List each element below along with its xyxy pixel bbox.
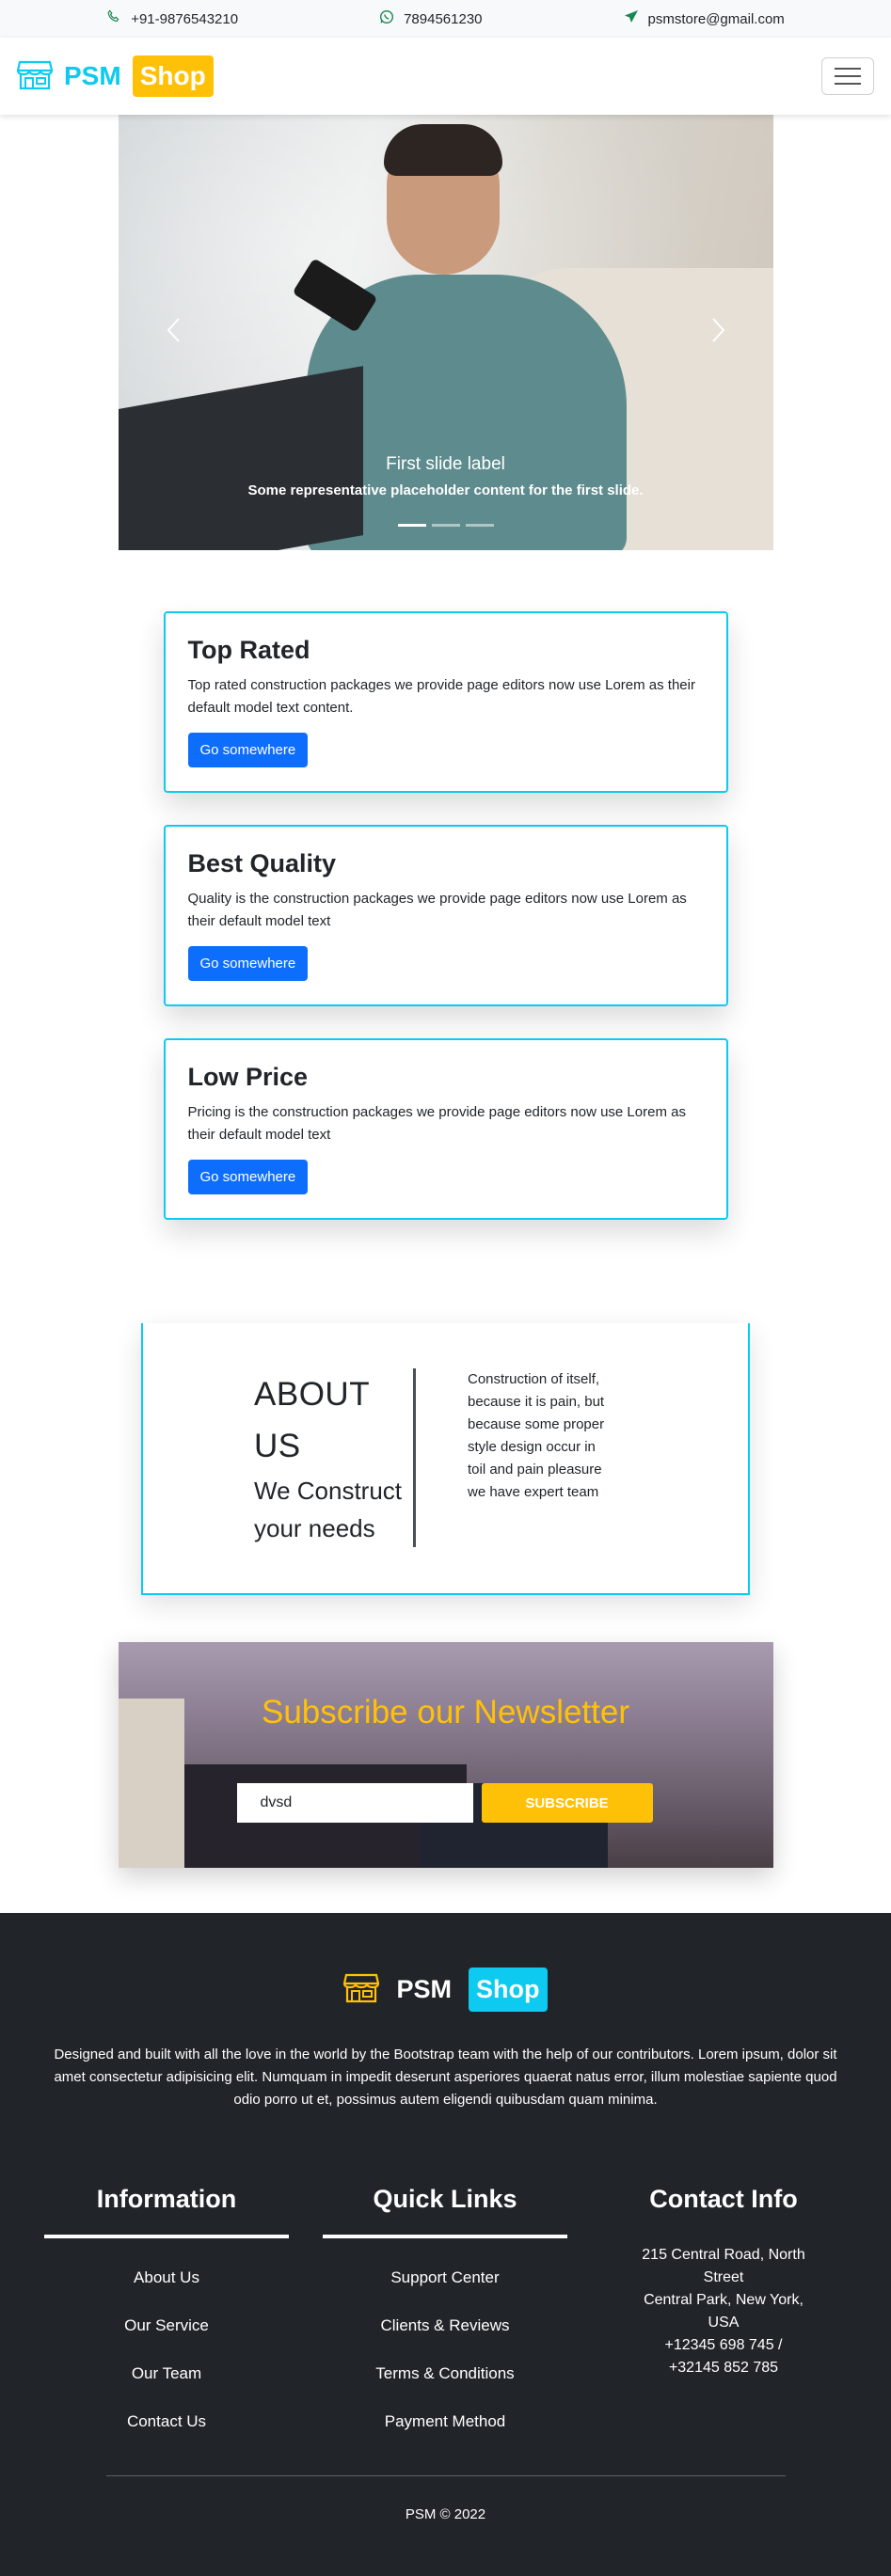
phone-icon — [106, 9, 121, 28]
newsletter-email-input[interactable] — [236, 1783, 473, 1823]
footer-description: Designed and built with all the love in … — [54, 2047, 837, 2108]
send-icon — [624, 9, 639, 28]
carousel-indicator[interactable] — [397, 524, 426, 527]
chevron-right-icon — [711, 317, 726, 348]
carousel-indicator[interactable] — [431, 524, 460, 527]
whatsapp-number: 7894561230 — [404, 10, 483, 27]
contact-phones: +12345 698 745 / +32145 852 785 — [664, 2337, 783, 2376]
shop-icon — [343, 1971, 380, 2008]
go-somewhere-button[interactable]: Go somewhere — [187, 733, 309, 767]
carousel-indicators — [119, 524, 773, 527]
brand-logo[interactable]: PSM Shop — [16, 55, 214, 97]
hamburger-icon — [835, 68, 861, 70]
card-title: Low Price — [187, 1063, 309, 1091]
carousel-caption: First slide label Some representative pl… — [119, 454, 773, 498]
menu-toggle-button[interactable] — [821, 57, 874, 95]
footer-link-our-team[interactable]: Our Team — [44, 2349, 289, 2397]
email-address: psmstore@gmail.com — [647, 10, 785, 27]
phone-number: +91-9876543210 — [131, 10, 239, 27]
footer-brand-shop-badge: Shop — [469, 1968, 548, 2012]
footer-heading: Quick Links — [323, 2185, 567, 2238]
subscribe-button[interactable]: SUBSCRIBE — [481, 1783, 653, 1823]
carousel-indicator[interactable] — [465, 524, 494, 527]
about-text: Construction of itself, because it is pa… — [468, 1371, 605, 1500]
hero-carousel: First slide label Some representative pl… — [118, 115, 773, 550]
footer-link-support-center[interactable]: Support Center — [323, 2253, 567, 2301]
footer-link-contact-us[interactable]: Contact Us — [44, 2397, 289, 2445]
card-title: Best Quality — [187, 849, 337, 877]
contact-address-line2: Central Park, New York, USA — [644, 2292, 803, 2331]
footer-link-terms[interactable]: Terms & Conditions — [323, 2349, 567, 2397]
feature-cards: Top Rated Top rated construction package… — [0, 550, 891, 1220]
footer-heading: Contact Info — [649, 2185, 798, 2213]
feature-card: Low Price Pricing is the construction pa… — [163, 1038, 728, 1220]
copyright: PSM © 2022 — [405, 2506, 486, 2522]
caption-label: First slide label — [386, 454, 505, 474]
whatsapp-icon — [379, 9, 394, 28]
newsletter-form: SUBSCRIBE — [236, 1783, 653, 1823]
footer-quick-links: Quick Links Support Center Clients & Rev… — [323, 2185, 567, 2445]
footer-heading: Information — [44, 2185, 289, 2238]
navbar: PSM Shop — [0, 38, 891, 115]
brand-psm: PSM — [64, 61, 121, 90]
footer-link-about-us[interactable]: About Us — [44, 2253, 289, 2301]
caption-text: Some representative placeholder content … — [247, 482, 644, 498]
footer-contact-info: Contact Info 215 Central Road, North Str… — [601, 2185, 846, 2445]
footer-link-clients-reviews[interactable]: Clients & Reviews — [323, 2301, 567, 2349]
newsletter-section: Subscribe our Newsletter SUBSCRIBE — [118, 1642, 773, 1868]
carousel-next-button[interactable] — [700, 314, 738, 352]
footer-link-our-service[interactable]: Our Service — [44, 2301, 289, 2349]
card-title: Top Rated — [187, 636, 310, 664]
carousel-prev-button[interactable] — [154, 314, 192, 352]
footer-information: Information About Us Our Service Our Tea… — [44, 2185, 289, 2445]
card-text: Quality is the construction packages we … — [187, 891, 687, 929]
shop-icon — [16, 58, 54, 95]
about-subtitle: We Construct your needs — [254, 1477, 403, 1542]
feature-card: Top Rated Top rated construction package… — [163, 611, 728, 793]
footer-divider — [105, 2475, 786, 2476]
footer: PSM Shop Designed and built with all the… — [0, 1913, 891, 2576]
about-section: ABOUT US We Construct your needs Constru… — [141, 1323, 750, 1595]
contact-address-line1: 215 Central Road, North Street — [642, 2247, 805, 2285]
brand-shop-badge: Shop — [132, 55, 214, 97]
chevron-left-icon — [166, 317, 181, 348]
email-contact[interactable]: psmstore@gmail.com — [624, 9, 785, 28]
contact-bar: +91-9876543210 7894561230 psmstore@gmail… — [0, 0, 891, 38]
contact-details: 215 Central Road, North Street Central P… — [601, 2244, 846, 2379]
about-heading-block: ABOUT US We Construct your needs — [254, 1368, 416, 1547]
card-text: Pricing is the construction packages we … — [187, 1104, 686, 1143]
card-text: Top rated construction packages we provi… — [187, 677, 695, 716]
whatsapp-contact[interactable]: 7894561230 — [379, 9, 483, 28]
footer-link-payment-method[interactable]: Payment Method — [323, 2397, 567, 2445]
about-title: ABOUT US — [254, 1376, 370, 1464]
footer-columns: Information About Us Our Service Our Tea… — [0, 2185, 891, 2445]
feature-card: Best Quality Quality is the construction… — [163, 825, 728, 1006]
footer-brand-psm: PSM — [396, 1975, 452, 2003]
phone-contact[interactable]: +91-9876543210 — [106, 9, 238, 28]
newsletter-heading: Subscribe our Newsletter — [262, 1694, 629, 1731]
footer-brand[interactable]: PSM Shop — [0, 1968, 891, 2012]
go-somewhere-button[interactable]: Go somewhere — [187, 1160, 309, 1194]
go-somewhere-button[interactable]: Go somewhere — [187, 946, 309, 981]
